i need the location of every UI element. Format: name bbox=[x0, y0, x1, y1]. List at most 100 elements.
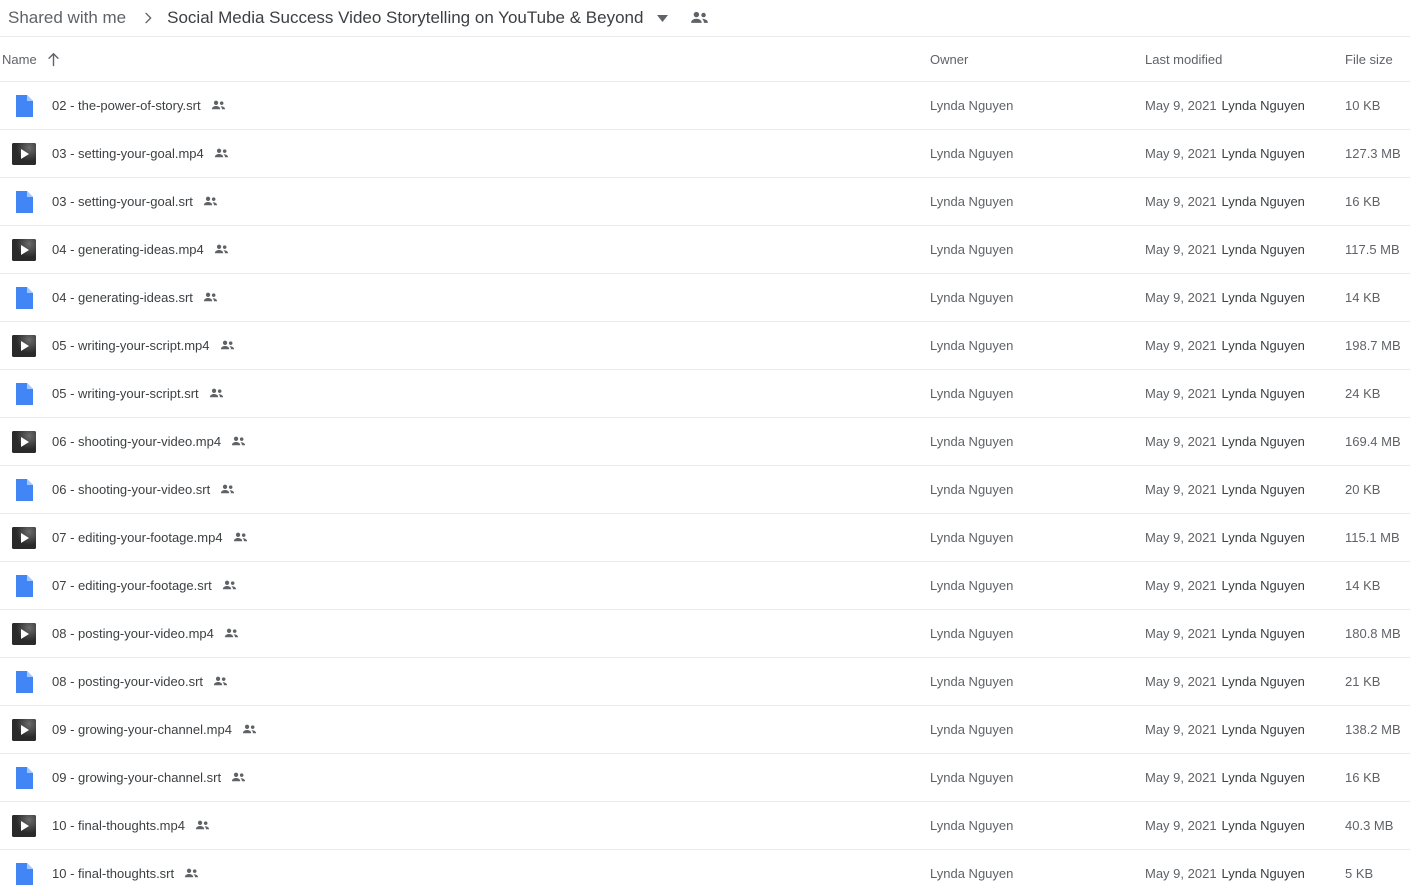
file-size: 16 KB bbox=[1345, 194, 1381, 209]
last-modified-date: May 9, 2021 bbox=[1145, 866, 1217, 881]
file-last-modified: May 9, 2021 Lynda Nguyen bbox=[1145, 578, 1345, 593]
table-row[interactable]: 06 - shooting-your-video.srt Lynda Nguyen… bbox=[0, 466, 1410, 514]
file-name-label: 08 - posting-your-video.mp4 bbox=[52, 626, 214, 641]
file-last-modified: May 9, 2021 Lynda Nguyen bbox=[1145, 194, 1345, 209]
table-row[interactable]: 07 - editing-your-footage.mp4 Lynda Nguye… bbox=[0, 514, 1410, 562]
file-name-cell[interactable]: 07 - editing-your-footage.srt bbox=[0, 574, 930, 598]
file-list: 02 - the-power-of-story.srt Lynda Nguyen M… bbox=[0, 82, 1410, 888]
file-last-modified: May 9, 2021 Lynda Nguyen bbox=[1145, 530, 1345, 545]
file-name-cell[interactable]: 05 - writing-your-script.srt bbox=[0, 382, 930, 406]
file-name-cell[interactable]: 08 - posting-your-video.srt bbox=[0, 670, 930, 694]
last-modified-by: Lynda Nguyen bbox=[1221, 626, 1305, 641]
last-modified-date: May 9, 2021 bbox=[1145, 194, 1217, 209]
last-modified-by: Lynda Nguyen bbox=[1221, 98, 1305, 113]
table-row[interactable]: 04 - generating-ideas.srt Lynda Nguyen May… bbox=[0, 274, 1410, 322]
people-shared-icon[interactable] bbox=[690, 11, 709, 25]
table-row[interactable]: 09 - growing-your-channel.srt Lynda Nguye… bbox=[0, 754, 1410, 802]
table-row[interactable]: 05 - writing-your-script.mp4 Lynda Nguyen… bbox=[0, 322, 1410, 370]
last-modified-by: Lynda Nguyen bbox=[1221, 530, 1305, 545]
file-name-cell[interactable]: 06 - shooting-your-video.srt bbox=[0, 478, 930, 502]
last-modified-by: Lynda Nguyen bbox=[1221, 674, 1305, 689]
shared-people-icon bbox=[220, 484, 235, 495]
video-thumbnail bbox=[12, 526, 36, 549]
table-row[interactable]: 04 - generating-ideas.mp4 Lynda Nguyen May… bbox=[0, 226, 1410, 274]
file-name-cell[interactable]: 07 - editing-your-footage.mp4 bbox=[0, 526, 930, 550]
last-modified-by: Lynda Nguyen bbox=[1221, 194, 1305, 209]
file-owner: Lynda Nguyen bbox=[930, 722, 1014, 737]
video-thumbnail bbox=[12, 142, 36, 165]
table-row[interactable]: 06 - shooting-your-video.mp4 Lynda Nguyen… bbox=[0, 418, 1410, 466]
video-file-icon bbox=[12, 526, 36, 550]
file-name-label: 05 - writing-your-script.srt bbox=[52, 386, 199, 401]
file-last-modified: May 9, 2021 Lynda Nguyen bbox=[1145, 338, 1345, 353]
video-file-icon bbox=[12, 238, 36, 262]
file-name-cell[interactable]: 06 - shooting-your-video.mp4 bbox=[0, 430, 930, 454]
file-name-cell[interactable]: 10 - final-thoughts.srt bbox=[0, 862, 930, 886]
table-row[interactable]: 02 - the-power-of-story.srt Lynda Nguyen M… bbox=[0, 82, 1410, 130]
file-name-cell[interactable]: 10 - final-thoughts.mp4 bbox=[0, 814, 930, 838]
last-modified-by: Lynda Nguyen bbox=[1221, 242, 1305, 257]
last-modified-by: Lynda Nguyen bbox=[1221, 338, 1305, 353]
video-file-icon bbox=[12, 622, 36, 646]
arrow-up-icon[interactable] bbox=[47, 52, 60, 67]
table-row[interactable]: 03 - setting-your-goal.srt Lynda Nguyen Ma… bbox=[0, 178, 1410, 226]
file-name-cell[interactable]: 03 - setting-your-goal.srt bbox=[0, 190, 930, 214]
column-header-last-modified[interactable]: Last modified bbox=[1145, 52, 1345, 67]
column-header-file-size[interactable]: File size bbox=[1345, 52, 1410, 67]
last-modified-date: May 9, 2021 bbox=[1145, 674, 1217, 689]
file-name-cell[interactable]: 03 - setting-your-goal.mp4 bbox=[0, 142, 930, 166]
table-row[interactable]: 08 - posting-your-video.srt Lynda Nguyen M… bbox=[0, 658, 1410, 706]
file-name-label: 04 - generating-ideas.srt bbox=[52, 290, 193, 305]
column-header-name[interactable]: Name bbox=[0, 52, 930, 67]
file-name-cell[interactable]: 08 - posting-your-video.mp4 bbox=[0, 622, 930, 646]
file-owner: Lynda Nguyen bbox=[930, 146, 1014, 161]
table-row[interactable]: 09 - growing-your-channel.mp4 Lynda Nguye… bbox=[0, 706, 1410, 754]
last-modified-by: Lynda Nguyen bbox=[1221, 770, 1305, 785]
last-modified-date: May 9, 2021 bbox=[1145, 818, 1217, 833]
shared-people-icon bbox=[214, 244, 229, 255]
file-size: 24 KB bbox=[1345, 386, 1381, 401]
table-row[interactable]: 10 - final-thoughts.srt Lynda Nguyen May 9… bbox=[0, 850, 1410, 888]
file-name-label: 03 - setting-your-goal.srt bbox=[52, 194, 193, 209]
file-size: 14 KB bbox=[1345, 578, 1381, 593]
file-owner: Lynda Nguyen bbox=[930, 386, 1014, 401]
document-file-icon bbox=[12, 286, 36, 310]
table-row[interactable]: 10 - final-thoughts.mp4 Lynda Nguyen May 9… bbox=[0, 802, 1410, 850]
file-last-modified: May 9, 2021 Lynda Nguyen bbox=[1145, 818, 1345, 833]
file-owner: Lynda Nguyen bbox=[930, 242, 1014, 257]
video-thumbnail bbox=[12, 718, 36, 741]
shared-people-icon bbox=[222, 580, 237, 591]
table-row[interactable]: 03 - setting-your-goal.mp4 Lynda Nguyen Ma… bbox=[0, 130, 1410, 178]
file-name-label: 09 - growing-your-channel.mp4 bbox=[52, 722, 232, 737]
file-size: 117.5 MB bbox=[1345, 242, 1400, 257]
video-thumbnail bbox=[12, 334, 36, 357]
shared-people-icon bbox=[184, 868, 199, 879]
last-modified-date: May 9, 2021 bbox=[1145, 146, 1217, 161]
file-last-modified: May 9, 2021 Lynda Nguyen bbox=[1145, 722, 1345, 737]
table-row[interactable]: 05 - writing-your-script.srt Lynda Nguyen… bbox=[0, 370, 1410, 418]
shared-people-icon bbox=[214, 148, 229, 159]
file-name-cell[interactable]: 02 - the-power-of-story.srt bbox=[0, 94, 930, 118]
chevron-right-icon bbox=[140, 10, 156, 26]
column-header-owner[interactable]: Owner bbox=[930, 52, 1145, 67]
table-row[interactable]: 08 - posting-your-video.mp4 Lynda Nguyen M… bbox=[0, 610, 1410, 658]
breadcrumb-current-folder[interactable]: Social Media Success Video Storytelling … bbox=[165, 6, 645, 30]
breadcrumb-root-link[interactable]: Shared with me bbox=[2, 6, 132, 30]
table-row[interactable]: 07 - editing-your-footage.srt Lynda Nguye… bbox=[0, 562, 1410, 610]
play-triangle-icon bbox=[21, 532, 29, 543]
file-name-cell[interactable]: 09 - growing-your-channel.mp4 bbox=[0, 718, 930, 742]
shared-people-icon bbox=[203, 292, 218, 303]
shared-people-icon bbox=[224, 628, 239, 639]
file-last-modified: May 9, 2021 Lynda Nguyen bbox=[1145, 626, 1345, 641]
file-name-label: 07 - editing-your-footage.mp4 bbox=[52, 530, 223, 545]
last-modified-by: Lynda Nguyen bbox=[1221, 434, 1305, 449]
file-name-cell[interactable]: 04 - generating-ideas.srt bbox=[0, 286, 930, 310]
file-last-modified: May 9, 2021 Lynda Nguyen bbox=[1145, 482, 1345, 497]
last-modified-date: May 9, 2021 bbox=[1145, 434, 1217, 449]
dropdown-caret-icon[interactable] bbox=[657, 14, 669, 22]
file-name-cell[interactable]: 04 - generating-ideas.mp4 bbox=[0, 238, 930, 262]
file-name-cell[interactable]: 05 - writing-your-script.mp4 bbox=[0, 334, 930, 358]
file-last-modified: May 9, 2021 Lynda Nguyen bbox=[1145, 242, 1345, 257]
file-name-cell[interactable]: 09 - growing-your-channel.srt bbox=[0, 766, 930, 790]
file-last-modified: May 9, 2021 Lynda Nguyen bbox=[1145, 386, 1345, 401]
